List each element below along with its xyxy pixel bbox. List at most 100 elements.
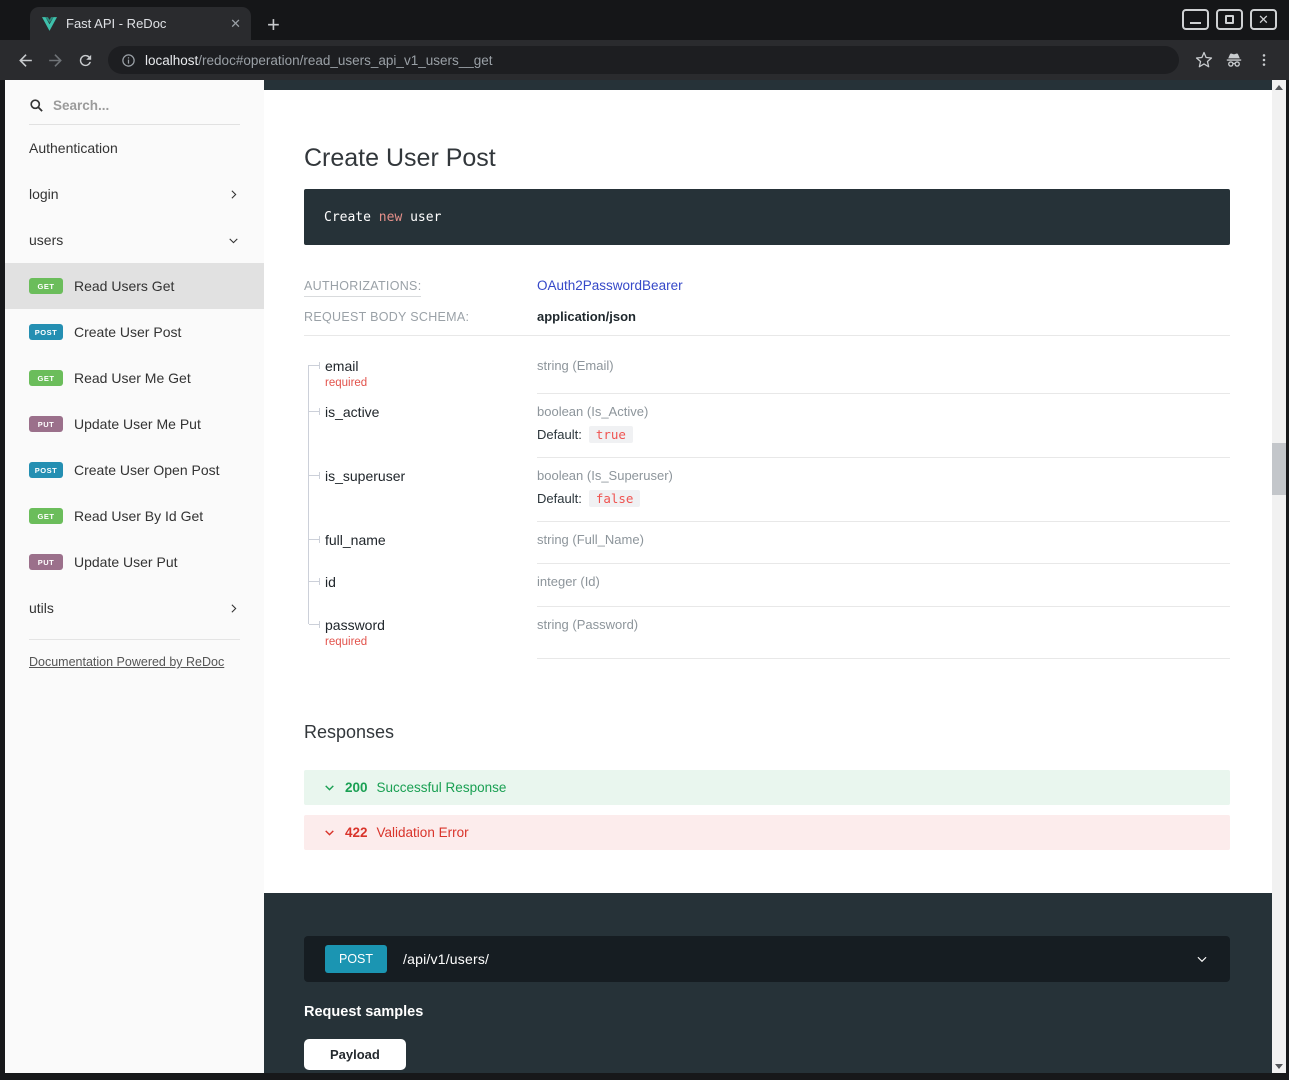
redoc-footer-link[interactable]: Documentation Powered by ReDoc bbox=[29, 655, 224, 669]
schema-field-password: password required string (Password) bbox=[304, 607, 1230, 659]
sidebar-item-update-user-put[interactable]: PUT Update User Put bbox=[5, 539, 264, 585]
sidebar-item-label: Update User Put bbox=[74, 554, 178, 570]
sidebar-item-read-user-me-get[interactable]: GET Read User Me Get bbox=[5, 355, 264, 401]
window-minimize-button[interactable] bbox=[1182, 9, 1209, 30]
required-flag: required bbox=[325, 636, 537, 648]
schema-field-full-name: full_name string (Full_Name) bbox=[304, 522, 1230, 564]
reload-icon bbox=[77, 52, 94, 69]
url-bar[interactable]: localhost/redoc#operation/read_users_api… bbox=[108, 46, 1179, 74]
responses-heading: Responses bbox=[304, 722, 1230, 743]
sidebar-item-create-user-open-post[interactable]: POST Create User Open Post bbox=[5, 447, 264, 493]
field-name[interactable]: password bbox=[325, 617, 537, 633]
sidebar-item-utils[interactable]: utils bbox=[5, 585, 264, 631]
sidebar-item-users[interactable]: users bbox=[5, 217, 264, 263]
browser-tab[interactable]: Fast API - ReDoc ✕ bbox=[30, 7, 251, 40]
sidebar-item-create-user-post[interactable]: POST Create User Post bbox=[5, 309, 264, 355]
field-type: string (Full_Name) bbox=[537, 532, 1230, 547]
field-type: boolean (Is_Superuser) bbox=[537, 468, 1230, 483]
field-type: string (Email) bbox=[537, 358, 1230, 373]
search-box[interactable] bbox=[29, 98, 240, 125]
field-type: integer (Id) bbox=[537, 574, 1230, 589]
sidebar-item-login[interactable]: login bbox=[5, 171, 264, 217]
method-badge-post: POST bbox=[29, 462, 63, 478]
new-tab-button[interactable]: + bbox=[267, 14, 280, 36]
search-icon bbox=[29, 98, 44, 113]
sidebar-item-read-user-by-id-get[interactable]: GET Read User By Id Get bbox=[5, 493, 264, 539]
search-input[interactable] bbox=[53, 98, 223, 113]
method-badge-put: PUT bbox=[29, 554, 63, 570]
scrollbar-thumb[interactable] bbox=[1272, 443, 1286, 495]
field-name[interactable]: email bbox=[325, 358, 537, 374]
forward-button[interactable] bbox=[40, 45, 70, 75]
incognito-indicator bbox=[1219, 45, 1249, 75]
url-path: /redoc#operation/read_users_api_v1_users… bbox=[198, 53, 492, 68]
tab-close-icon[interactable]: ✕ bbox=[230, 16, 241, 32]
method-badge-get: GET bbox=[29, 508, 63, 524]
maximize-icon bbox=[1225, 15, 1234, 24]
default-label: Default: bbox=[537, 491, 582, 506]
sidebar-item-label: utils bbox=[29, 600, 54, 616]
star-icon bbox=[1195, 51, 1213, 69]
field-name[interactable]: id bbox=[325, 574, 537, 590]
sidebar-item-update-user-me-put[interactable]: PUT Update User Me Put bbox=[5, 401, 264, 447]
triangle-up-icon bbox=[1275, 85, 1283, 90]
sidebar-item-authentication[interactable]: Authentication bbox=[5, 125, 264, 171]
method-badge-get: GET bbox=[29, 370, 63, 386]
endpoint-path: /api/v1/users/ bbox=[403, 951, 489, 967]
chevron-down-icon bbox=[227, 234, 240, 247]
response-code: 422 bbox=[345, 825, 368, 840]
field-name[interactable]: is_active bbox=[325, 404, 537, 420]
schema-field-is-superuser: is_superuser boolean (Is_Superuser) Defa… bbox=[304, 458, 1230, 522]
chevron-down-icon bbox=[323, 826, 336, 839]
favicon-icon bbox=[42, 17, 57, 31]
bookmark-star-button[interactable] bbox=[1189, 45, 1219, 75]
operation-description-code: Create new user bbox=[304, 189, 1230, 245]
request-samples-panel: POST /api/v1/users/ Request samples Payl… bbox=[264, 893, 1272, 1073]
default-value: true bbox=[589, 426, 633, 443]
sidebar-item-label: Read User Me Get bbox=[74, 370, 191, 386]
default-label: Default: bbox=[537, 427, 582, 442]
window-close-button[interactable]: ✕ bbox=[1250, 9, 1277, 30]
default-value: false bbox=[589, 490, 641, 507]
tab-title: Fast API - ReDoc bbox=[66, 16, 221, 31]
response-422[interactable]: 422 Validation Error bbox=[304, 815, 1230, 850]
method-badge-get: GET bbox=[29, 278, 63, 294]
scrollbar-down-arrow[interactable] bbox=[1272, 1059, 1286, 1073]
response-label: Validation Error bbox=[377, 825, 469, 840]
sidebar-item-label: Create User Post bbox=[74, 324, 181, 340]
forward-icon bbox=[46, 51, 65, 70]
sidebar-item-label: users bbox=[29, 232, 63, 248]
field-name[interactable]: is_superuser bbox=[325, 468, 537, 484]
method-badge-put: PUT bbox=[29, 416, 63, 432]
browser-window: Fast API - ReDoc ✕ + ✕ localhost/redoc#o… bbox=[0, 0, 1289, 1080]
back-button[interactable] bbox=[10, 45, 40, 75]
sidebar-item-label: Authentication bbox=[29, 140, 118, 156]
previous-section-panel-edge bbox=[264, 80, 1272, 90]
field-type: boolean (Is_Active) bbox=[537, 404, 1230, 419]
scrollbar-up-arrow[interactable] bbox=[1272, 80, 1286, 94]
chevron-right-icon bbox=[227, 602, 240, 615]
sidebar: Authentication login users GET Read User… bbox=[5, 80, 264, 1073]
reload-button[interactable] bbox=[70, 45, 100, 75]
endpoint-dropdown[interactable]: POST /api/v1/users/ bbox=[304, 936, 1230, 982]
oauth2-link[interactable]: OAuth2PasswordBearer bbox=[537, 278, 683, 293]
payload-tab[interactable]: Payload bbox=[304, 1039, 406, 1070]
site-info-icon[interactable] bbox=[121, 53, 136, 68]
method-badge-post: POST bbox=[29, 324, 63, 340]
kebab-menu-icon bbox=[1256, 52, 1272, 68]
window-maximize-button[interactable] bbox=[1216, 9, 1243, 30]
browser-menu-button[interactable] bbox=[1249, 45, 1279, 75]
back-icon bbox=[16, 51, 35, 70]
sidebar-item-read-users-get[interactable]: GET Read Users Get bbox=[5, 263, 264, 309]
browser-toolbar: localhost/redoc#operation/read_users_api… bbox=[0, 40, 1289, 80]
page-scrollbar[interactable] bbox=[1272, 80, 1286, 1073]
sidebar-item-label: Create User Open Post bbox=[74, 462, 220, 478]
page-title: Create User Post bbox=[304, 144, 1230, 173]
field-name[interactable]: full_name bbox=[325, 532, 537, 548]
code-keyword: new bbox=[379, 210, 402, 225]
response-200[interactable]: 200 Successful Response bbox=[304, 770, 1230, 805]
schema-field-is-active: is_active boolean (Is_Active) Default: tr… bbox=[304, 394, 1230, 458]
url-text: localhost/redoc#operation/read_users_api… bbox=[145, 53, 493, 68]
chevron-down-icon bbox=[323, 781, 336, 794]
sidebar-divider bbox=[29, 639, 240, 640]
